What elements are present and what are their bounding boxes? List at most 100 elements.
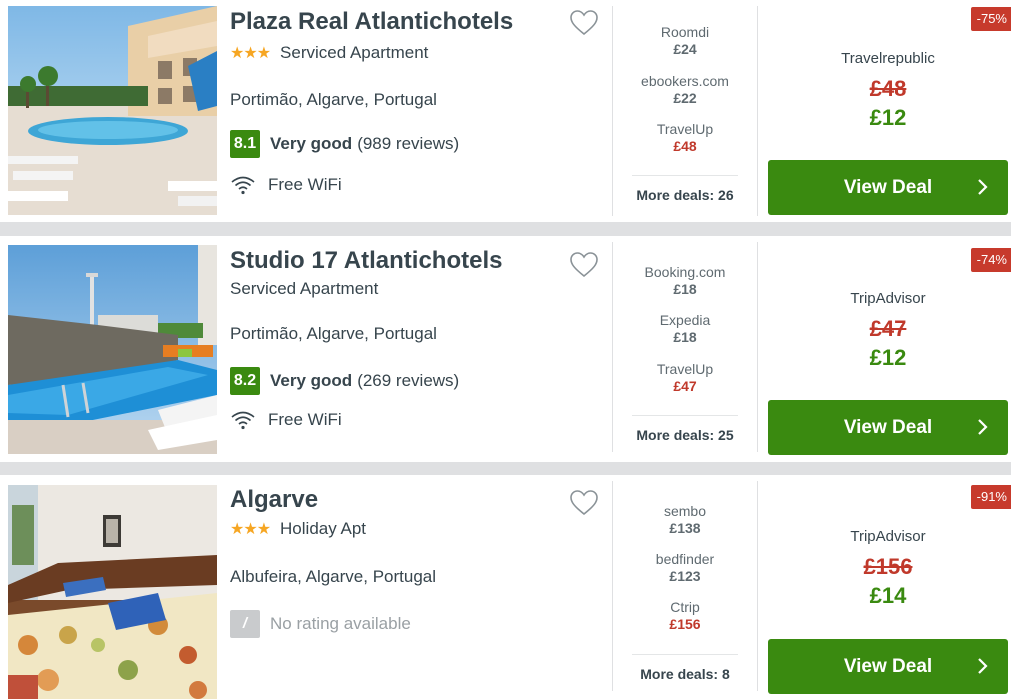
hotel-card[interactable]: Studio 17 Atlantichotels Serviced Apartm…: [0, 236, 1011, 462]
deal-price: £138: [669, 520, 701, 536]
amenity-label: Free WiFi: [268, 410, 342, 429]
divider: [612, 6, 613, 216]
guest-rating: / No rating available: [230, 610, 411, 638]
more-deals-link[interactable]: More deals: 26: [620, 187, 750, 203]
deal-item[interactable]: TravelUp £48: [620, 121, 750, 154]
deal-price: £47: [673, 378, 697, 394]
hotel-type-row: Serviced Apartment: [230, 279, 378, 299]
deal-price[interactable]: £12: [765, 345, 1011, 371]
original-price: £48: [869, 76, 907, 101]
divider: [757, 242, 758, 452]
chevron-right-icon: [978, 419, 988, 435]
discount-badge: -75%: [970, 7, 1011, 31]
deal-provider: bedfinder: [655, 551, 715, 567]
guest-rating[interactable]: 8.1 Very good (989 reviews): [230, 130, 459, 158]
favorite-heart-icon[interactable]: [570, 490, 598, 516]
deal-provider: Booking.com: [644, 264, 726, 280]
other-deals: Roomdi £24 ebookers.com £22 TravelUp £48…: [620, 0, 750, 222]
discount-badge: -91%: [970, 485, 1011, 509]
accommodation-type: Serviced Apartment: [230, 279, 379, 298]
guest-rating[interactable]: 8.2 Very good (269 reviews): [230, 367, 459, 395]
hotel-type-row: ★★★ Serviced Apartment: [230, 43, 428, 63]
hotel-info: Studio 17 Atlantichotels Serviced Apartm…: [230, 236, 610, 462]
deal-provider: Expedia: [659, 312, 711, 328]
deal-price[interactable]: £12: [765, 105, 1011, 131]
rating-label: Very good: [270, 371, 353, 390]
rating-score-badge: 8.2: [230, 367, 260, 395]
hotel-name[interactable]: Algarve: [230, 486, 318, 514]
best-deal-provider[interactable]: Travelrepublic: [765, 50, 1011, 67]
hotel-photo[interactable]: [8, 485, 217, 699]
divider: [757, 481, 758, 691]
deal-provider: TravelUp: [656, 121, 714, 137]
deal-item[interactable]: Booking.com £18: [620, 264, 750, 297]
best-deal-provider[interactable]: TripAdvisor: [765, 290, 1011, 307]
deal-provider: sembo: [663, 503, 707, 519]
hotel-location[interactable]: Portimão, Algarve, Portugal: [230, 90, 437, 110]
best-deal: -91% TripAdvisor £156 £14 View Deal: [765, 475, 1011, 699]
wifi-icon: [231, 411, 255, 430]
hotel-results-list: Plaza Real Atlantichotels ★★★ Serviced A…: [0, 0, 1011, 699]
amenity-label: Free WiFi: [268, 175, 342, 194]
rating-label: Very good: [270, 134, 353, 153]
deal-price: £18: [673, 281, 697, 297]
deal-price: £156: [669, 616, 701, 632]
rating-score-badge: 8.1: [230, 130, 260, 158]
hotel-photo[interactable]: [8, 6, 217, 215]
hotel-name[interactable]: Plaza Real Atlantichotels: [230, 8, 513, 36]
deal-price: £48: [673, 138, 697, 154]
rating-score-badge: /: [230, 610, 260, 638]
deal-price: £24: [673, 41, 697, 57]
wifi-icon: [231, 176, 255, 195]
amenity-row: Free WiFi: [230, 175, 342, 195]
original-price: £156: [863, 554, 913, 579]
favorite-heart-icon[interactable]: [570, 252, 598, 278]
discount-badge: -74%: [970, 248, 1011, 272]
divider: [632, 415, 738, 416]
hotel-type-row: ★★★ Holiday Apt: [230, 519, 366, 539]
accommodation-type: Holiday Apt: [280, 519, 367, 538]
chevron-right-icon: [978, 179, 988, 195]
hotel-name[interactable]: Studio 17 Atlantichotels: [230, 247, 502, 275]
hotel-location[interactable]: Portimão, Algarve, Portugal: [230, 324, 437, 344]
deal-item[interactable]: Expedia £18: [620, 312, 750, 345]
deal-item[interactable]: ebookers.com £22: [620, 73, 750, 106]
best-deal: -74% TripAdvisor £47 £12 View Deal: [765, 236, 1011, 462]
deal-provider: Roomdi: [660, 24, 710, 40]
more-deals-link[interactable]: More deals: 8: [620, 666, 750, 682]
deal-price: £22: [673, 90, 697, 106]
best-deal: -75% Travelrepublic £48 £12 View Deal: [765, 0, 1011, 222]
deal-provider: ebookers.com: [641, 73, 729, 89]
view-deal-button[interactable]: View Deal: [768, 160, 1008, 215]
deal-item[interactable]: Roomdi £24: [620, 24, 750, 57]
view-deal-label: View Deal: [843, 176, 933, 198]
deal-price[interactable]: £14: [765, 583, 1011, 609]
other-deals: Booking.com £18 Expedia £18 TravelUp £47…: [620, 236, 750, 462]
view-deal-label: View Deal: [843, 655, 933, 677]
accommodation-type: Serviced Apartment: [280, 43, 429, 62]
review-count: (269 reviews): [357, 371, 460, 390]
deal-item[interactable]: Ctrip £156: [620, 599, 750, 632]
divider: [632, 175, 738, 176]
original-price: £47: [869, 316, 907, 341]
deal-item[interactable]: bedfinder £123: [620, 551, 750, 584]
view-deal-button[interactable]: View Deal: [768, 400, 1008, 455]
star-rating-icon: ★★★: [230, 521, 271, 538]
more-deals-link[interactable]: More deals: 25: [620, 427, 750, 443]
chevron-right-icon: [978, 658, 988, 674]
hotel-card[interactable]: Algarve ★★★ Holiday Apt Albufeira, Algar…: [0, 475, 1011, 699]
hotel-info: Algarve ★★★ Holiday Apt Albufeira, Algar…: [230, 475, 610, 699]
deal-item[interactable]: sembo £138: [620, 503, 750, 536]
view-deal-label: View Deal: [843, 416, 933, 438]
favorite-heart-icon[interactable]: [570, 10, 598, 36]
hotel-location[interactable]: Albufeira, Algarve, Portugal: [230, 567, 436, 587]
amenity-row: Free WiFi: [230, 410, 342, 430]
view-deal-button[interactable]: View Deal: [768, 639, 1008, 694]
hotel-card[interactable]: Plaza Real Atlantichotels ★★★ Serviced A…: [0, 0, 1011, 222]
deal-provider: TravelUp: [656, 361, 714, 377]
deal-provider: Ctrip: [670, 599, 700, 615]
divider: [612, 242, 613, 452]
hotel-photo[interactable]: [8, 245, 217, 454]
best-deal-provider[interactable]: TripAdvisor: [765, 528, 1011, 545]
deal-item[interactable]: TravelUp £47: [620, 361, 750, 394]
